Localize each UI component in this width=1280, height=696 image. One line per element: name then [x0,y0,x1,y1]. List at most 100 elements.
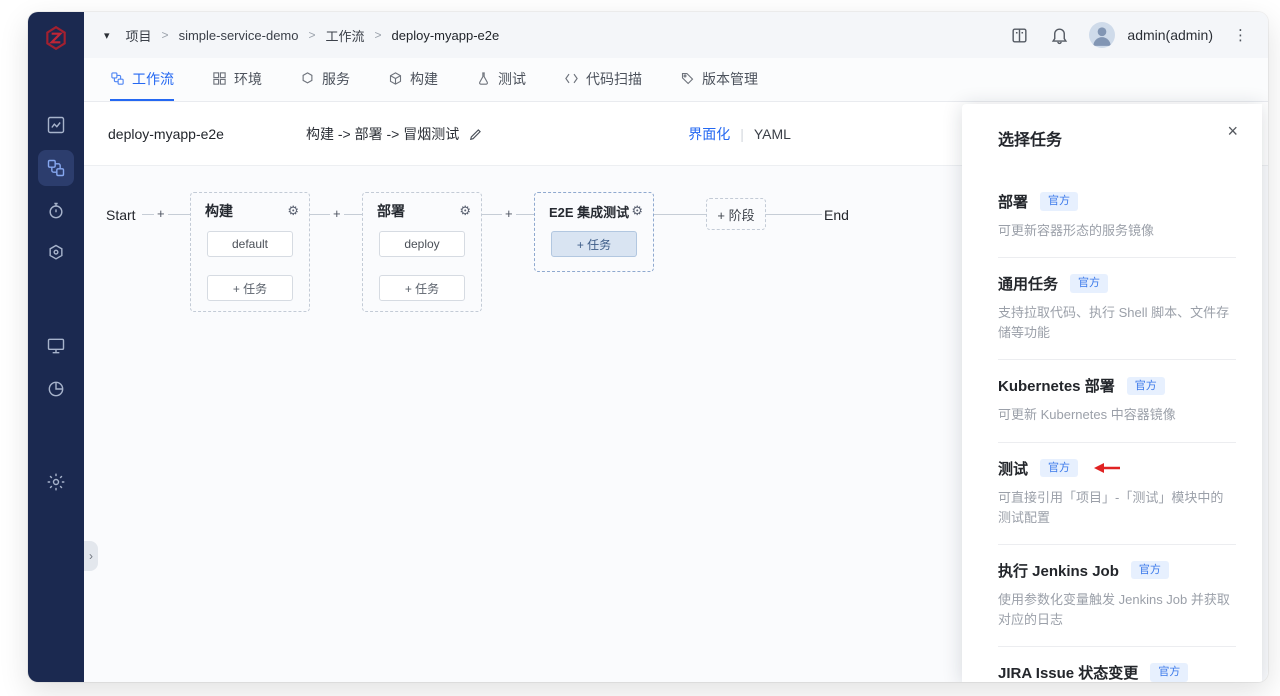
task-option-jira[interactable]: JIRA Issue 状态变更 官方 将 JIRA issue 从一个状态变更到… [998,647,1236,682]
breadcrumb-item-project-name[interactable]: simple-service-demo [179,28,299,43]
view-divider: | [740,125,744,142]
code-brackets-icon [565,73,578,84]
task-option-desc: 可直接引用「项目」-「测试」模块中的测试配置 [998,489,1224,525]
stage-title: E2E 集成测试 [549,204,630,220]
edit-pencil-icon[interactable] [469,127,483,141]
add-task-button[interactable]: + 任务 [379,275,465,301]
task-option-desc: 可更新容器形态的服务镜像 [998,223,1155,238]
task-option-name: 执行 Jenkins Job [998,562,1119,580]
app-logo-icon [43,25,69,51]
more-menu-icon[interactable]: ⋮ [1233,26,1248,44]
task-option-name: 通用任务 [998,276,1059,294]
user-name[interactable]: admin(admin) [1127,27,1213,43]
tab-environments[interactable]: 环境 [212,58,262,101]
task-default[interactable]: default [207,231,293,257]
stage-build: 构建 ⚙ default + 任务 [190,192,310,312]
pie-chart-icon [48,381,64,397]
task-option-test[interactable]: 测试 官方 可直接引用「项目」-「测试」模块中的测试配置 [998,443,1236,545]
tab-label: 代码扫描 [586,70,642,87]
close-icon[interactable]: × [1227,122,1238,140]
task-option-jenkins[interactable]: 执行 Jenkins Job 官方 使用参数化变量触发 Jenkins Job … [998,545,1236,648]
add-stage-plus-icon[interactable]: + [330,206,344,222]
module-tabs: 工作流 环境 服务 构建 测试 代码扫描 版本管理 [84,58,1268,102]
add-stage-plus-icon[interactable]: + [502,206,516,222]
task-option-deploy[interactable]: 部署 官方 可更新容器形态的服务镜像 [998,176,1236,259]
notifications-bell-icon[interactable] [1049,25,1069,45]
workflow-icon [47,159,65,177]
task-option-name: 测试 [998,460,1029,478]
connector-line [766,214,822,215]
topbar-right: admin(admin) ⋮ [1009,22,1248,48]
dropdown-caret-icon[interactable]: ▾ [104,29,110,42]
annotation-arrow-icon [1094,462,1121,474]
task-option-desc: 可更新 Kubernetes 中容器镜像 [998,407,1176,423]
tab-label: 服务 [322,70,350,87]
task-option-desc: 使用参数化变量触发 Jenkins Job 并获取对应的日志 [998,591,1230,627]
end-node: End [824,207,849,223]
sidebar-item-monitor[interactable] [38,328,74,364]
tab-label: 工作流 [132,70,174,87]
stage-title: 构建 [205,203,233,219]
stage-settings-icon[interactable]: ⚙ [459,204,471,219]
user-avatar[interactable] [1089,22,1116,48]
chart-icon [47,116,65,134]
panel-title: 选择任务 [998,132,1063,149]
breadcrumb: ▾ 项目 > simple-service-demo > 工作流 > deplo… [84,12,1268,58]
official-badge: 官方 [1040,192,1079,211]
task-option-k8s-deploy[interactable]: Kubernetes 部署 官方 可更新 Kubernetes 中容器镜像 [998,360,1236,443]
cube-icon [389,72,402,85]
tab-label: 测试 [498,70,526,87]
tab-code-scan[interactable]: 代码扫描 [564,58,642,101]
task-deploy[interactable]: deploy [379,231,465,257]
breadcrumb-separator: > [161,28,169,42]
view-mode-toggle: 界面化 | YAML [688,124,791,144]
sidebar-collapse-handle[interactable]: › [84,541,98,571]
task-option-desc: 支持拉取代码、执行 Shell 脚本、文件存储等功能 [998,305,1230,341]
hexagon-icon [302,72,313,84]
sidebar-item-insight[interactable] [38,107,74,143]
sidebar-item-delivery[interactable] [38,235,74,271]
workflow-icon [111,72,124,85]
add-task-button[interactable]: + 任务 [207,275,293,301]
official-badge: 官方 [1126,376,1165,396]
tab-workflows[interactable]: 工作流 [110,58,174,101]
breadcrumb-item-workflows[interactable]: 工作流 [326,26,365,45]
screen-icon [47,338,65,354]
breadcrumb-item-projects[interactable]: 项目 [126,26,152,45]
view-ui-button[interactable]: 界面化 [688,124,730,144]
tab-label: 构建 [410,70,438,87]
task-option-name: 部署 [998,194,1029,211]
sidebar-item-settings[interactable] [38,464,74,500]
tab-builds[interactable]: 构建 [388,58,438,101]
stage-header: 部署 ⚙ [363,193,481,229]
official-badge: 官方 [1040,458,1079,478]
sidebar-item-stats[interactable] [38,371,74,407]
add-stage-plus-icon[interactable]: + [154,206,168,222]
stage-deploy: 部署 ⚙ deploy + 任务 [362,192,482,312]
sidebar-item-tests[interactable] [38,193,74,229]
grid-icon [213,72,226,85]
package-icon [49,244,63,260]
tab-release[interactable]: 版本管理 [680,58,758,101]
tab-services[interactable]: 服务 [300,58,350,101]
docs-icon[interactable] [1009,25,1029,45]
view-yaml-button[interactable]: YAML [754,126,791,142]
official-badge: 官方 [1070,274,1109,293]
start-node: Start [106,207,136,223]
tag-icon [681,72,694,85]
workflow-summary: 构建 -> 部署 -> 冒烟测试 [306,124,483,144]
task-option-common[interactable]: 通用任务 官方 支持拉取代码、执行 Shell 脚本、文件存储等功能 [998,258,1236,361]
sidebar-item-projects[interactable] [38,150,74,186]
tab-tests[interactable]: 测试 [476,58,526,101]
workflow-summary-text: 构建 -> 部署 -> 冒烟测试 [306,125,460,142]
breadcrumb-item-workflow-name: deploy-myapp-e2e [391,27,500,43]
stage-header: 构建 ⚙ [191,193,309,229]
add-task-button-active[interactable]: + 任务 [551,231,637,257]
gear-icon [47,473,65,491]
official-badge: 官方 [1150,663,1189,682]
stage-settings-icon[interactable]: ⚙ [287,204,299,219]
flask-icon [479,72,488,85]
stage-settings-icon[interactable]: ⚙ [631,204,643,219]
breadcrumb-separator: > [374,28,382,42]
add-stage-button[interactable]: + 阶段 [706,198,766,230]
